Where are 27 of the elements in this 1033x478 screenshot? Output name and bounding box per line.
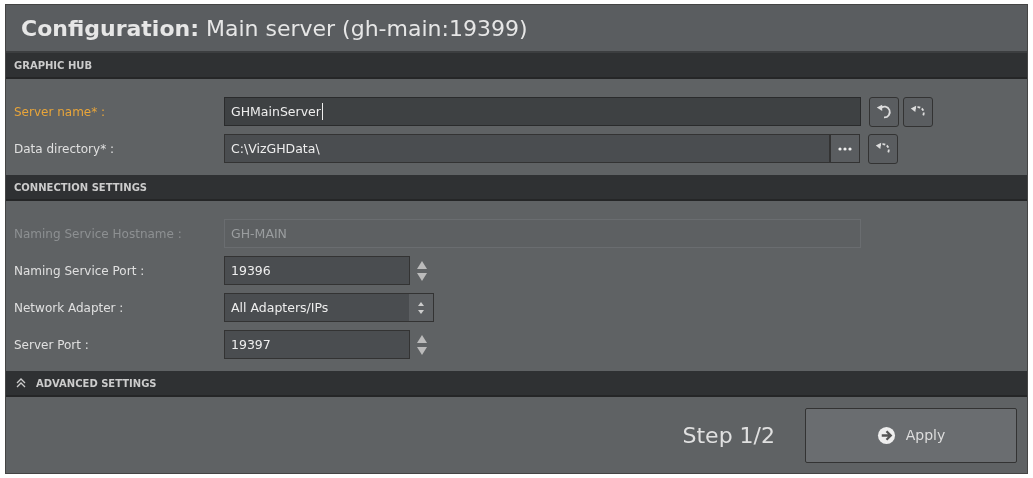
browse-button[interactable] xyxy=(830,134,860,163)
field-label: Server Port : xyxy=(14,337,90,352)
spinner-arrows-icon[interactable] xyxy=(416,333,428,356)
arrow-circle-icon xyxy=(876,425,896,445)
window-title: Configuration: Main server (gh-main:19399) xyxy=(21,15,528,41)
field-label: Network Adapter : xyxy=(14,300,125,315)
undo-icon xyxy=(875,102,893,121)
step-indicator: Step 1/2 xyxy=(682,422,775,448)
path-field[interactable]: C:\VizGHData\ xyxy=(224,134,830,163)
section-title: ADVANCED SETTINGS xyxy=(36,377,157,389)
number-field[interactable]: 19397 xyxy=(224,330,410,359)
collapse-icon[interactable] xyxy=(16,377,26,389)
field-label: Server name* : xyxy=(14,104,107,119)
apply-button[interactable]: Apply xyxy=(805,407,1017,463)
adapter-dropdown[interactable]: All Adapters/IPs xyxy=(224,293,434,322)
number-field[interactable]: 19396 xyxy=(224,256,410,285)
field-label: Data directory* : xyxy=(14,141,115,156)
undo-button[interactable] xyxy=(869,96,899,127)
field-label: Naming Service Port : xyxy=(14,263,146,278)
spinner-arrows-icon[interactable] xyxy=(416,259,428,282)
up-down-arrows-icon xyxy=(417,300,425,315)
reset-button[interactable] xyxy=(868,133,898,164)
dots-icon xyxy=(837,146,853,151)
text-field[interactable]: GHMainServer xyxy=(224,97,861,126)
section-title: CONNECTION SETTINGS xyxy=(14,181,148,193)
section-title: GRAPHIC HUB xyxy=(14,59,92,71)
reset-button[interactable] xyxy=(903,96,933,127)
